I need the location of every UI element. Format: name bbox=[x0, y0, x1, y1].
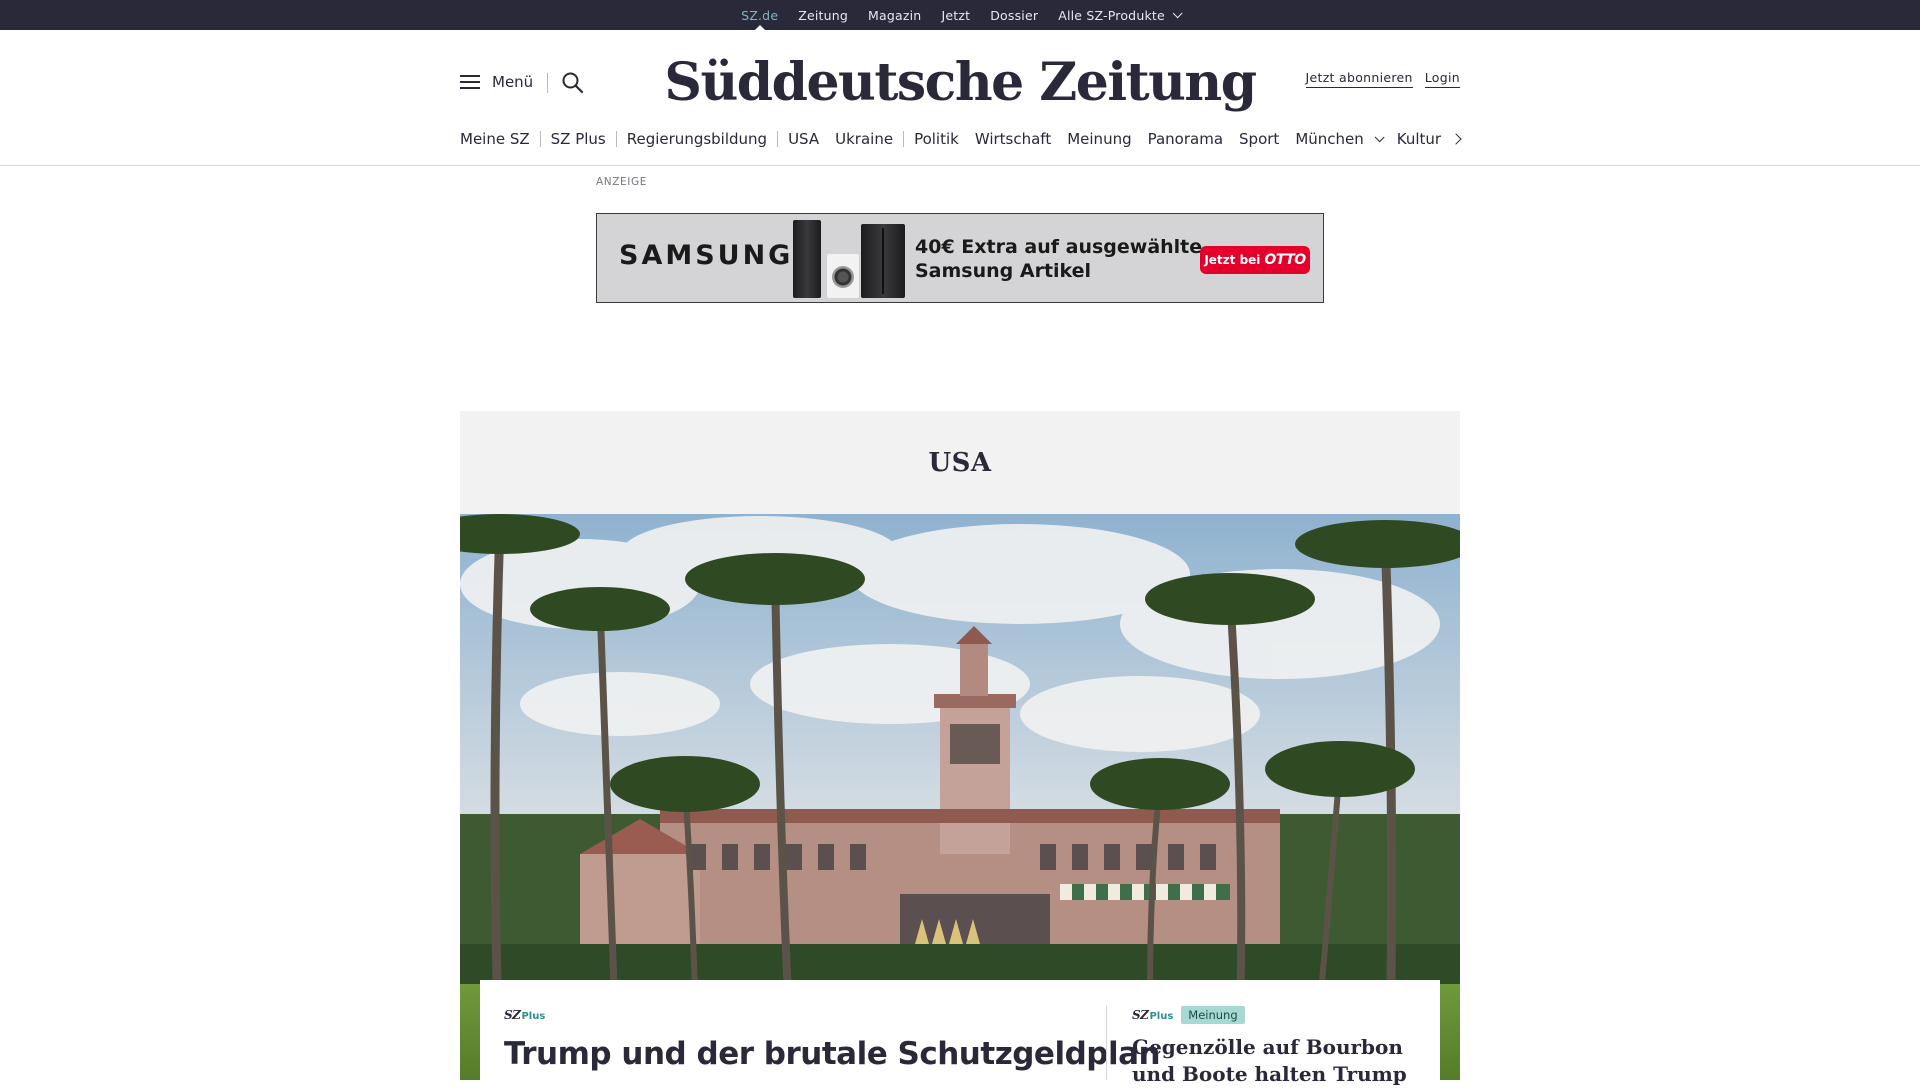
ad-brand: SAMSUNG bbox=[619, 240, 794, 271]
topbar-products-dropdown[interactable]: Alle SZ-Produkte bbox=[1058, 0, 1183, 30]
ad-text-line2: Samsung Artikel bbox=[915, 260, 1092, 282]
top-bar: SZ.de Zeitung Magazin Jetzt Dossier Alle… bbox=[0, 0, 1920, 30]
menu-button[interactable]: Menü bbox=[460, 73, 533, 91]
ad-cta-prefix: Jetzt bei bbox=[1204, 253, 1261, 267]
nav-item-meine-sz[interactable]: Meine SZ bbox=[460, 131, 541, 147]
site-header: Menü Süddeutsche Zeitung Jetzt abonniere… bbox=[0, 30, 1920, 166]
nav-item-regierungsbildung[interactable]: Regierungsbildung bbox=[627, 131, 779, 147]
teaser-divider bbox=[1106, 1006, 1107, 1080]
side-teaser-headline-line2: und Boote halten Trump bbox=[1132, 1062, 1407, 1086]
login-link[interactable]: Login bbox=[1424, 70, 1460, 88]
site-logo[interactable]: Süddeutsche Zeitung bbox=[664, 42, 1257, 122]
nav-item-sport[interactable]: Sport bbox=[1239, 130, 1279, 148]
header-divider bbox=[547, 73, 548, 93]
sz-plus-logo-sz: SZ bbox=[1132, 1008, 1149, 1022]
sz-plus-logo: SZ Plus bbox=[1132, 1008, 1173, 1022]
section-header: USA bbox=[460, 411, 1460, 514]
topbar-link-magazin[interactable]: Magazin bbox=[868, 0, 921, 30]
ad-label: ANZEIGE bbox=[596, 176, 647, 188]
topbar-link-jetzt[interactable]: Jetzt bbox=[941, 0, 970, 30]
side-teaser-tags: SZ Plus Meinung bbox=[1132, 1006, 1412, 1024]
nav-item-kultur[interactable]: Kultur bbox=[1397, 130, 1441, 148]
fridge-image bbox=[861, 224, 905, 298]
hamburger-icon bbox=[460, 74, 480, 90]
nav-scroll-right-icon[interactable] bbox=[1450, 130, 1464, 148]
ad-banner[interactable]: SAMSUNG 40€ Extra auf ausgewählte Samsun… bbox=[596, 213, 1324, 303]
sz-plus-logo-plus: Plus bbox=[521, 1011, 546, 1022]
otto-logo: OTTO bbox=[1264, 252, 1306, 268]
nav-item-muenchen[interactable]: München bbox=[1295, 130, 1385, 148]
topbar-link-szde[interactable]: SZ.de bbox=[741, 0, 778, 30]
teaser-card: SZ Plus Trump und der brutale Schutzgeld… bbox=[480, 980, 1440, 1086]
ad-cta-button[interactable]: Jetzt bei OTTO bbox=[1200, 246, 1310, 274]
menu-label: Menü bbox=[492, 73, 534, 91]
main-teaser-headline[interactable]: Trump und der brutale Schutzgeldplan bbox=[504, 1036, 1161, 1072]
main-teaser[interactable]: SZ Plus Trump und der brutale Schutzgeld… bbox=[504, 1006, 1161, 1072]
nav-item-wirtschaft[interactable]: Wirtschaft bbox=[975, 130, 1051, 148]
subscribe-link[interactable]: Jetzt abonnieren bbox=[1305, 70, 1413, 88]
nav-item-panorama[interactable]: Panorama bbox=[1148, 130, 1223, 148]
search-button[interactable] bbox=[560, 70, 586, 96]
topbar-products-label: Alle SZ-Produkte bbox=[1058, 7, 1165, 23]
nav-item-politik[interactable]: Politik bbox=[914, 130, 959, 148]
nav-item-muenchen-label: München bbox=[1295, 130, 1364, 148]
top-bar-nav: SZ.de Zeitung Magazin Jetzt Dossier Alle… bbox=[741, 0, 1183, 30]
sz-plus-logo-sz: SZ bbox=[504, 1008, 521, 1022]
topbar-link-dossier[interactable]: Dossier bbox=[990, 0, 1038, 30]
opinion-badge: Meinung bbox=[1181, 1006, 1245, 1024]
side-teaser-headline-line1: Gegenzölle auf Bourbon bbox=[1132, 1035, 1403, 1059]
side-teaser[interactable]: SZ Plus Meinung Gegenzölle auf Bourbon u… bbox=[1132, 1006, 1412, 1088]
sz-plus-logo: SZ Plus bbox=[504, 1008, 545, 1022]
chevron-down-icon bbox=[1172, 7, 1183, 18]
ad-text-line1: 40€ Extra auf ausgewählte bbox=[915, 236, 1203, 258]
chevron-down-icon bbox=[1374, 131, 1385, 142]
nav-item-usa[interactable]: USA bbox=[788, 130, 819, 148]
fridge-image bbox=[793, 220, 821, 298]
nav-item-ukraine[interactable]: Ukraine bbox=[835, 131, 905, 147]
sz-plus-logo-plus: Plus bbox=[1149, 1011, 1174, 1022]
nav-item-sz-plus[interactable]: SZ Plus bbox=[551, 131, 617, 147]
washing-machine-image bbox=[827, 254, 859, 298]
main-navigation: Meine SZ SZ Plus Regierungsbildung USA U… bbox=[460, 124, 1460, 154]
nav-item-meinung[interactable]: Meinung bbox=[1067, 130, 1131, 148]
ad-text: 40€ Extra auf ausgewählte Samsung Artike… bbox=[915, 235, 1202, 283]
section-title: USA bbox=[928, 447, 992, 478]
main-teaser-tags: SZ Plus bbox=[504, 1006, 1074, 1024]
search-icon bbox=[562, 72, 584, 94]
topbar-link-zeitung[interactable]: Zeitung bbox=[798, 0, 848, 30]
account-links: Jetzt abonnieren Login bbox=[1305, 70, 1460, 88]
